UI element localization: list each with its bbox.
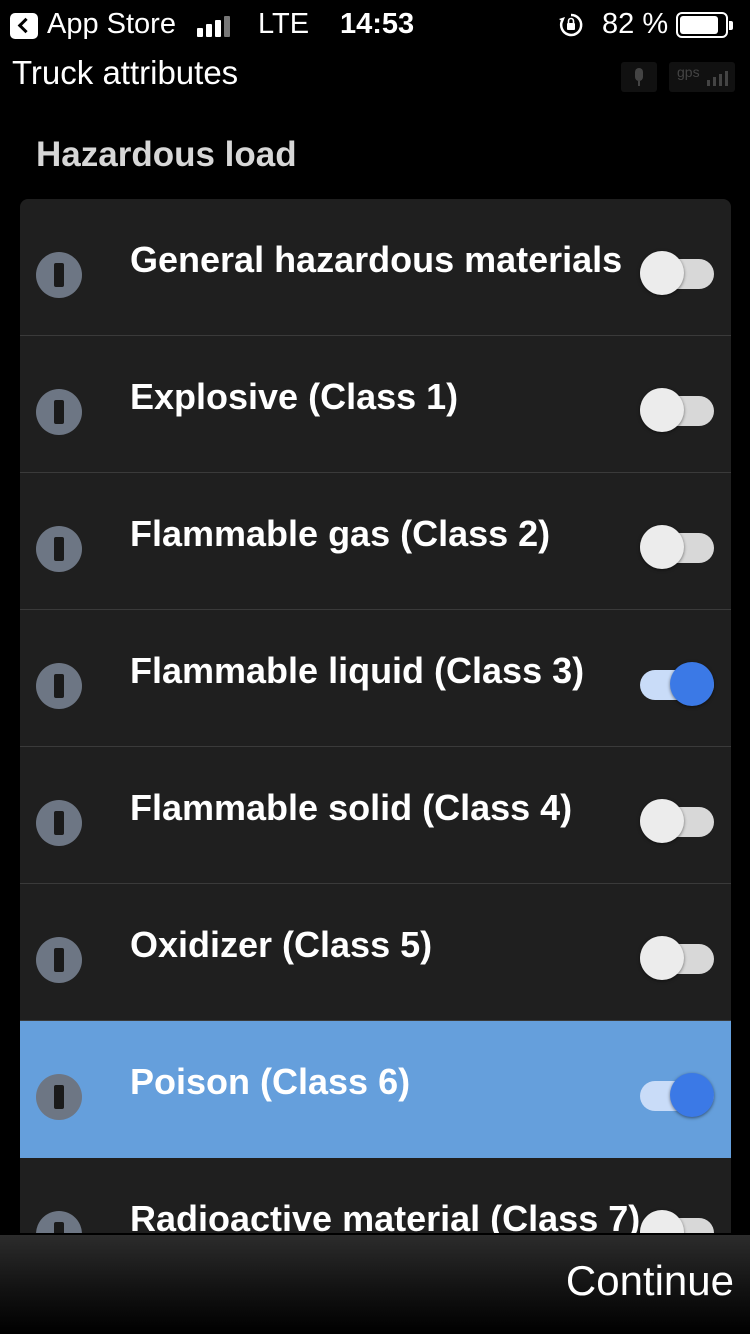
info-icon[interactable]: [36, 252, 82, 298]
footer-bar: Continue: [0, 1235, 750, 1334]
continue-button[interactable]: Continue: [566, 1257, 734, 1305]
rotation-lock-icon: [559, 13, 583, 37]
info-icon[interactable]: [36, 1211, 82, 1233]
toggle-switch[interactable]: [640, 1073, 714, 1117]
toggle-knob: [640, 251, 684, 295]
toggle-switch[interactable]: [640, 662, 714, 706]
signal-strength-icon: [197, 15, 237, 37]
list-item[interactable]: Explosive (Class 1): [20, 336, 731, 473]
toggle-knob: [670, 1073, 714, 1117]
info-icon[interactable]: [36, 663, 82, 709]
list-item[interactable]: Oxidizer (Class 5): [20, 884, 731, 1021]
list-item[interactable]: General hazardous materials: [20, 199, 731, 336]
list-item-label: Flammable solid (Class 4): [130, 787, 573, 828]
page-title: Truck attributes: [12, 54, 239, 91]
microphone-icon: [621, 62, 657, 92]
status-bar: App Store LTE 14:53 82 %: [0, 0, 750, 52]
toggle-knob: [640, 1210, 684, 1233]
clock: 14:53: [340, 8, 415, 40]
list-item-label: Flammable liquid (Class 3): [130, 650, 585, 691]
info-icon[interactable]: [36, 1074, 82, 1120]
toggle-knob: [670, 662, 714, 706]
back-to-app-label[interactable]: App Store: [47, 8, 176, 41]
list-item[interactable]: Flammable gas (Class 2): [20, 473, 731, 610]
battery-percent: 82 %: [602, 8, 669, 40]
list-item[interactable]: Flammable liquid (Class 3): [20, 610, 731, 747]
info-icon[interactable]: [36, 389, 82, 435]
toggle-switch[interactable]: [640, 388, 714, 432]
battery-icon: [676, 12, 733, 38]
toggle-knob: [640, 936, 684, 980]
toggle-knob: [640, 799, 684, 843]
section-title: Hazardous load: [36, 135, 297, 174]
gps-label: gps: [677, 64, 700, 80]
list-item-label: Oxidizer (Class 5): [130, 924, 433, 965]
info-icon[interactable]: [36, 937, 82, 983]
list-item-label: General hazardous materials: [130, 239, 623, 280]
list-item[interactable]: Radioactive material (Class 7): [20, 1158, 731, 1233]
toggle-switch[interactable]: [640, 525, 714, 569]
toggle-switch[interactable]: [640, 251, 714, 295]
list-item-label: Flammable gas (Class 2): [130, 513, 551, 554]
info-icon[interactable]: [36, 526, 82, 572]
gps-signal-icon: gps: [669, 62, 735, 92]
back-arrow-icon[interactable]: [10, 13, 38, 39]
toggle-switch[interactable]: [640, 936, 714, 980]
list-item[interactable]: Poison (Class 6): [20, 1021, 731, 1158]
list-item[interactable]: Flammable solid (Class 4): [20, 747, 731, 884]
list-item-label: Poison (Class 6): [130, 1061, 411, 1102]
hazardous-load-list[interactable]: General hazardous materials Explosive (Cl…: [20, 199, 731, 1233]
toggle-knob: [640, 525, 684, 569]
toggle-switch[interactable]: [640, 799, 714, 843]
info-icon[interactable]: [36, 800, 82, 846]
toggle-switch[interactable]: [640, 1210, 714, 1233]
toggle-knob: [640, 388, 684, 432]
list-item-label: Radioactive material (Class 7): [130, 1198, 641, 1233]
list-item-label: Explosive (Class 1): [130, 376, 459, 417]
network-type: LTE: [258, 8, 310, 40]
